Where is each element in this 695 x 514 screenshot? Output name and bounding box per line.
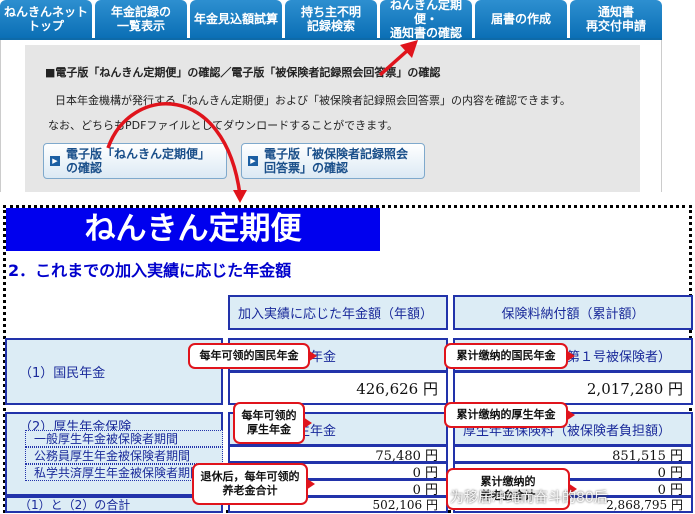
watermark: 为移居冲绳而奋斗的80后 — [450, 490, 608, 506]
callout-employee-pension: 每年可领的 厚生年金 — [233, 402, 312, 444]
callout-national-pension: 每年可领的国民年金 — [188, 343, 317, 369]
callout-national-premium: 累计缴纳的国民年金 — [444, 343, 575, 369]
row-total-label: （1）と（2）の合計 — [5, 496, 223, 513]
callout-employee-premium: 累计缴纳的厚生年金 — [444, 402, 575, 428]
table-clip — [0, 0, 695, 514]
callout-total-pension: 退休后，每年可领的 养老金合计 — [192, 463, 315, 505]
